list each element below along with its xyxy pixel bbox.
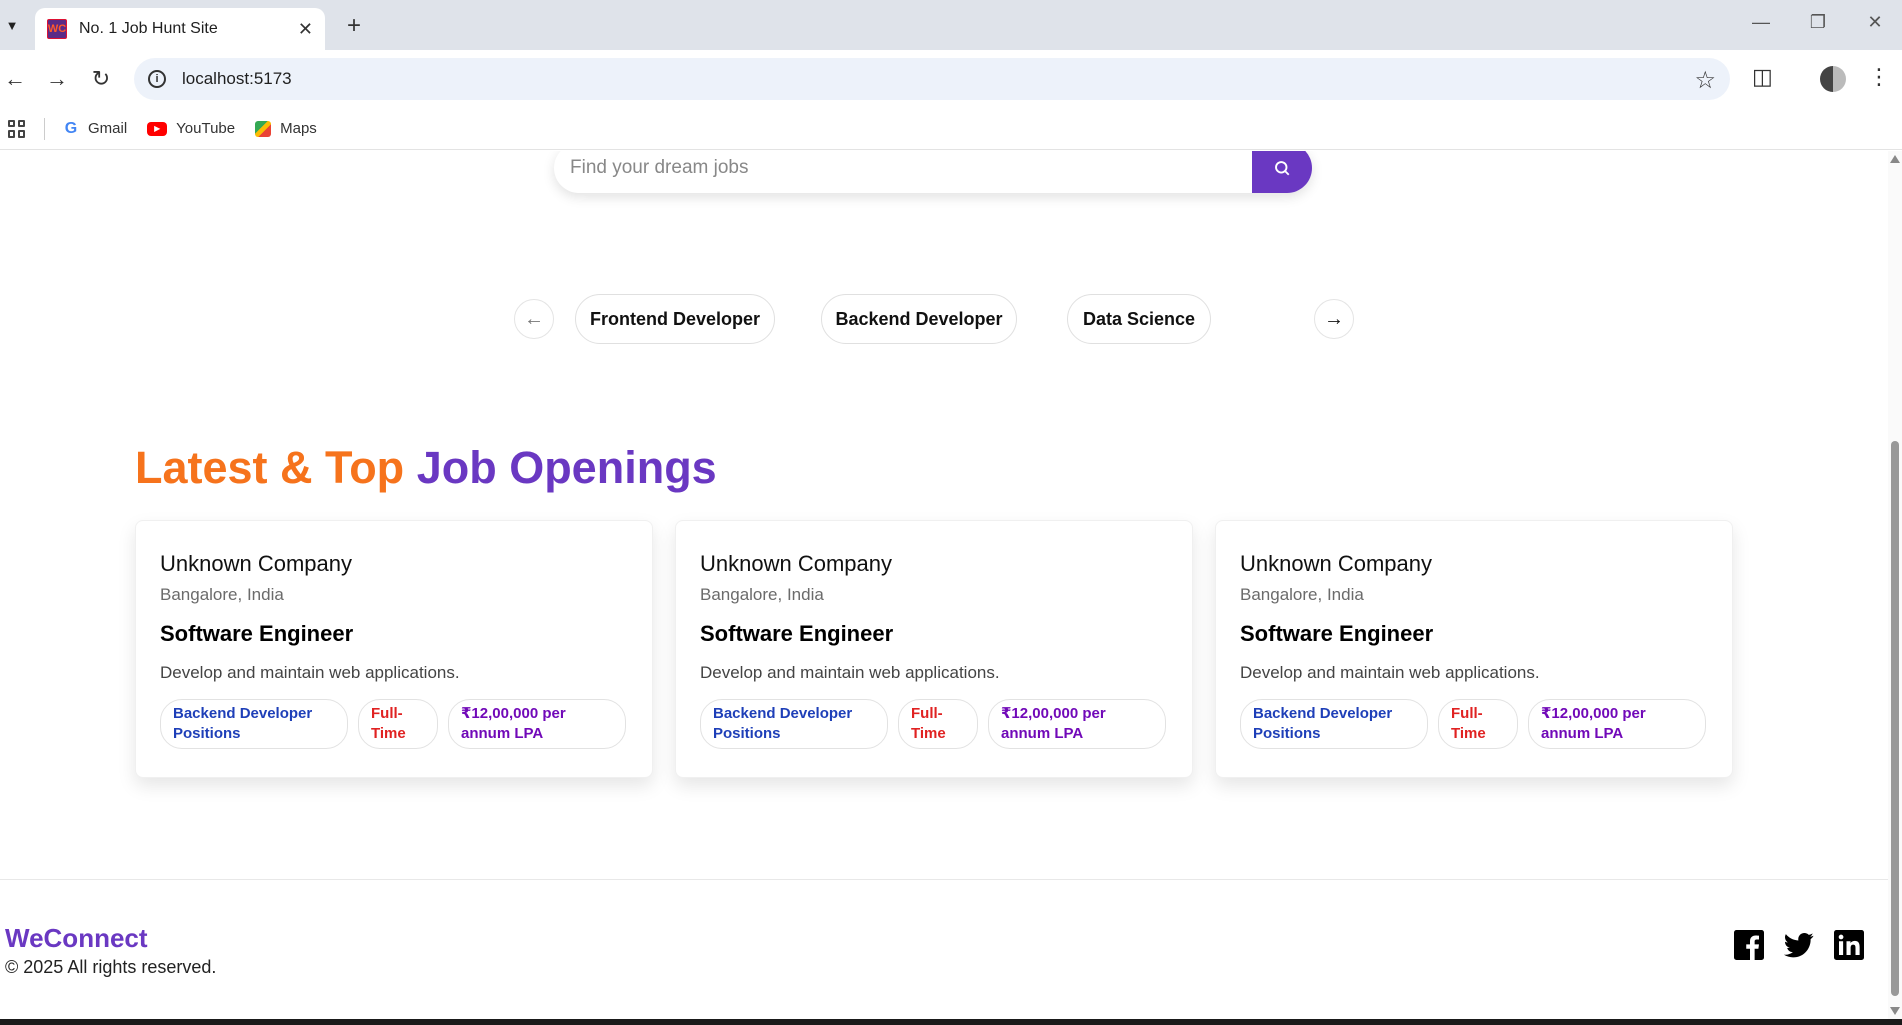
company-name: Unknown Company <box>160 551 352 576</box>
maps-icon <box>255 120 272 137</box>
minimize-icon[interactable]: — <box>1746 12 1776 33</box>
job-title: Software Engineer <box>700 621 894 646</box>
bookmark-gmail[interactable]: G Gmail <box>63 119 128 138</box>
job-type-badge: Full-Time <box>1438 699 1518 749</box>
job-card[interactable]: Unknown Company Bangalore, India Softwar… <box>675 520 1193 778</box>
page-scrollbar[interactable] <box>1888 151 1902 1019</box>
salary-badge: ₹12,00,000 per annum LPA <box>988 699 1166 749</box>
job-type-badge: Full-Time <box>898 699 978 749</box>
bookmark-label: YouTube <box>176 120 236 137</box>
job-card[interactable]: Unknown Company Bangalore, India Softwar… <box>1215 520 1733 778</box>
youtube-icon: ▶ <box>147 121 168 136</box>
footer-brand: WeConnect <box>5 923 148 953</box>
close-tab-icon[interactable]: ✕ <box>298 19 313 40</box>
apps-grid-icon[interactable] <box>8 119 26 138</box>
section-heading: Latest & Top Job Openings <box>135 442 717 494</box>
position-badge: Backend Developer Positions <box>1240 699 1428 749</box>
heading-main: Job Openings <box>416 442 717 493</box>
job-title: Software Engineer <box>160 621 354 646</box>
linkedin-icon[interactable] <box>1834 930 1864 960</box>
profile-avatar[interactable] <box>1820 66 1846 92</box>
job-location: Bangalore, India <box>160 585 284 604</box>
address-bar[interactable]: i localhost:5173 ☆ <box>134 58 1730 100</box>
search-button[interactable] <box>1252 151 1312 193</box>
forward-arrow-icon[interactable]: → <box>42 64 72 94</box>
bookmark-star-icon[interactable]: ☆ <box>1694 66 1716 95</box>
job-description: Develop and maintain web applications. <box>160 663 460 682</box>
heading-highlight: Latest & Top <box>135 442 405 493</box>
carousel-next-button[interactable]: → <box>1314 299 1354 339</box>
reload-icon[interactable]: ↻ <box>86 64 116 94</box>
footer-copyright: © 2025 All rights reserved. <box>5 957 217 977</box>
scroll-thumb[interactable] <box>1891 441 1899 996</box>
bookmarks-bar: G Gmail ▶ YouTube Maps <box>0 108 1902 150</box>
browser-tab[interactable]: WC No. 1 Job Hunt Site ✕ <box>35 8 325 50</box>
salary-badge: ₹12,00,000 per annum LPA <box>1528 699 1706 749</box>
job-search-bar <box>554 151 1312 193</box>
job-badges: Backend Developer Positions Full-Time ₹1… <box>700 699 1168 749</box>
window-close-icon[interactable]: ✕ <box>1860 12 1890 33</box>
search-icon <box>1275 161 1290 176</box>
position-badge: Backend Developer Positions <box>160 699 348 749</box>
salary-badge: ₹12,00,000 per annum LPA <box>448 699 626 749</box>
job-title: Software Engineer <box>1240 621 1434 646</box>
scroll-up-arrow-icon[interactable] <box>1890 155 1900 163</box>
category-chip-frontend[interactable]: Frontend Developer <box>575 294 775 344</box>
extensions-puzzle-icon[interactable]: ◫ <box>1752 64 1773 90</box>
back-arrow-icon[interactable]: ← <box>0 64 30 94</box>
company-name: Unknown Company <box>700 551 892 576</box>
site-info-icon[interactable]: i <box>148 70 166 88</box>
browser-menu-icon[interactable]: ⋮ <box>1868 64 1890 90</box>
category-chip-backend[interactable]: Backend Developer <box>821 294 1017 344</box>
bookmarks-divider <box>44 117 45 140</box>
bookmark-label: Maps <box>280 120 317 137</box>
page-viewport: ← Frontend Developer Backend Developer D… <box>0 151 1888 1019</box>
job-location: Bangalore, India <box>1240 585 1364 604</box>
url-text[interactable]: localhost:5173 <box>182 69 292 89</box>
new-tab-plus-icon[interactable]: + <box>340 12 368 40</box>
job-description: Develop and maintain web applications. <box>700 663 1000 682</box>
footer-divider <box>0 879 1888 880</box>
job-search-input[interactable] <box>554 151 1252 193</box>
bookmark-youtube[interactable]: ▶ YouTube <box>147 120 235 137</box>
arrow-left-icon: ← <box>524 307 544 330</box>
category-chip-data-science[interactable]: Data Science <box>1067 294 1211 344</box>
arrow-right-icon: → <box>1324 307 1344 330</box>
bookmark-maps[interactable]: Maps <box>255 120 317 137</box>
gmail-icon: G <box>64 119 78 137</box>
job-card[interactable]: Unknown Company Bangalore, India Softwar… <box>135 520 653 778</box>
facebook-icon[interactable] <box>1734 930 1764 960</box>
job-badges: Backend Developer Positions Full-Time ₹1… <box>1240 699 1708 749</box>
site-favicon: WC <box>47 19 67 39</box>
browser-toolbar: ← → ↻ i localhost:5173 ☆ ◫ ⋮ <box>0 50 1902 108</box>
bookmark-label: Gmail <box>88 120 128 137</box>
restore-icon[interactable]: ❐ <box>1803 12 1833 33</box>
twitter-icon[interactable] <box>1784 930 1814 960</box>
job-location: Bangalore, India <box>700 585 824 604</box>
company-name: Unknown Company <box>1240 551 1432 576</box>
tab-search-chevron-icon[interactable]: ▼ <box>0 10 24 40</box>
taskbar-edge <box>0 1019 1902 1025</box>
carousel-prev-button[interactable]: ← <box>514 299 554 339</box>
job-badges: Backend Developer Positions Full-Time ₹1… <box>160 699 628 749</box>
tab-title: No. 1 Job Hunt Site <box>79 20 218 37</box>
job-type-badge: Full-Time <box>358 699 438 749</box>
browser-tab-bar: ▼ WC No. 1 Job Hunt Site ✕ + — ❐ ✕ <box>0 0 1902 50</box>
job-description: Develop and maintain web applications. <box>1240 663 1540 682</box>
position-badge: Backend Developer Positions <box>700 699 888 749</box>
scroll-down-arrow-icon[interactable] <box>1890 1007 1900 1015</box>
